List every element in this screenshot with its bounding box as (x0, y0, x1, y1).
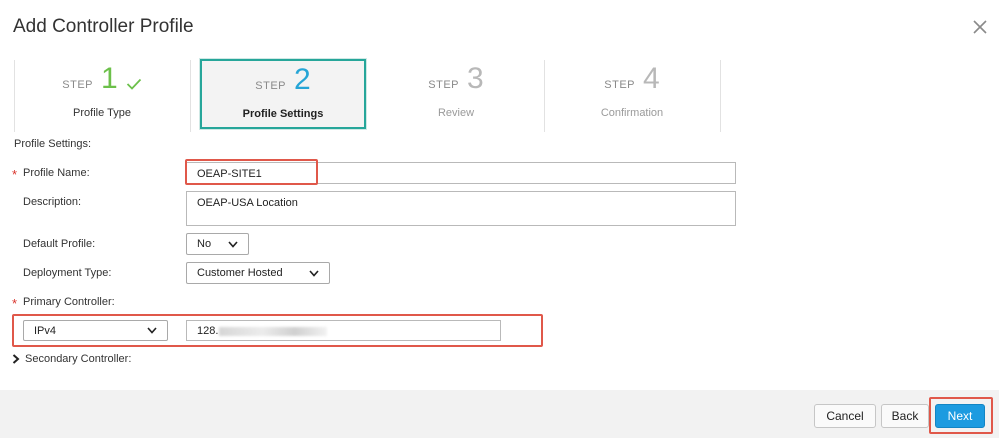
required-marker: * (12, 296, 18, 311)
step-label: Profile Settings (242, 108, 324, 120)
secondary-controller-toggle[interactable]: Secondary Controller: (12, 353, 131, 365)
section-label: Profile Settings: (14, 138, 92, 150)
chevron-down-icon (147, 327, 157, 334)
required-marker: * (12, 167, 18, 182)
secondary-controller-label: Secondary Controller: (25, 353, 132, 365)
deployment-type-select[interactable]: Customer Hosted (186, 262, 330, 284)
next-button[interactable]: Next (935, 404, 985, 428)
close-icon[interactable] (970, 17, 990, 37)
chevron-down-icon (228, 240, 238, 248)
cancel-button[interactable]: Cancel (814, 404, 876, 428)
profile-name-label: Profile Name: (23, 167, 90, 179)
caret-right-icon (12, 354, 20, 364)
step-word: STEP (428, 79, 460, 91)
select-value: Customer Hosted (197, 267, 283, 279)
wizard-step-profile-settings[interactable]: STEP 2 Profile Settings (200, 59, 366, 129)
check-icon (126, 78, 141, 90)
step-word: STEP (604, 79, 636, 91)
back-button[interactable]: Back (881, 404, 929, 428)
step-label: Confirmation (600, 107, 664, 119)
wizard-step-confirmation[interactable]: STEP 4 Confirmation (544, 60, 720, 132)
step-label: Profile Type (73, 107, 131, 119)
wizard-step-review[interactable]: STEP 3 Review (368, 60, 544, 132)
step-number: 2 (294, 63, 311, 96)
select-value: No (197, 238, 212, 250)
description-textarea[interactable]: OEAP-USA Location (186, 191, 736, 226)
primary-controller-ip-input[interactable]: 128. (186, 320, 501, 341)
step-word: STEP (255, 80, 287, 92)
ip-type-select[interactable]: IPv4 (23, 320, 168, 341)
step-number: 4 (643, 62, 660, 95)
step-number: 1 (101, 62, 118, 95)
default-profile-label: Default Profile: (23, 238, 96, 250)
default-profile-select[interactable]: No (186, 233, 249, 255)
step-divider (720, 60, 721, 132)
chevron-down-icon (309, 269, 319, 277)
ip-value: 128. (197, 325, 219, 337)
step-number: 3 (467, 62, 484, 95)
step-word: STEP (62, 79, 94, 91)
deployment-type-label: Deployment Type: (23, 267, 112, 279)
highlight-box (185, 159, 318, 185)
step-label: Review (437, 107, 475, 119)
step-divider (190, 60, 191, 132)
primary-controller-label: Primary Controller: (23, 296, 115, 308)
description-label: Description: (23, 196, 82, 208)
redacted-text (219, 326, 328, 336)
dialog-title: Add Controller Profile (13, 16, 194, 37)
select-value: IPv4 (34, 324, 57, 337)
wizard-step-profile-type[interactable]: STEP 1 Profile Type (14, 60, 190, 132)
